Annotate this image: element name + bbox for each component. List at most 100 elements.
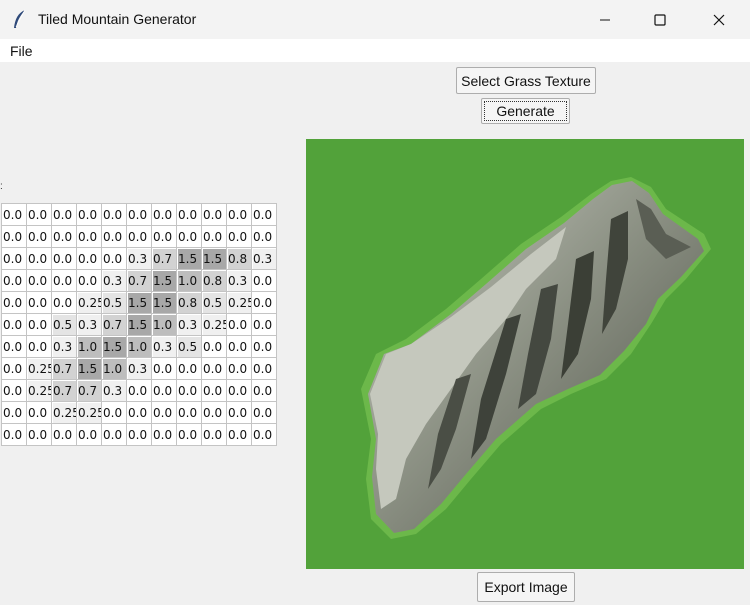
grid-cell[interactable]: 0.0 <box>76 269 102 292</box>
grid-cell[interactable]: 0.0 <box>101 225 127 248</box>
grid-cell[interactable]: 0.0 <box>26 247 52 270</box>
generate-button[interactable]: Generate <box>481 98 570 124</box>
grid-cell[interactable]: 0.0 <box>101 203 127 226</box>
grid-cell[interactable]: 0.0 <box>26 401 52 424</box>
grid-cell[interactable]: 0.0 <box>76 225 102 248</box>
grid-cell[interactable]: 0.0 <box>76 423 102 446</box>
grid-cell[interactable]: 0.0 <box>226 379 252 402</box>
grid-cell[interactable]: 0.0 <box>226 313 252 336</box>
grid-cell[interactable]: 0.25 <box>226 291 252 314</box>
grid-cell[interactable]: 0.0 <box>201 225 227 248</box>
grid-cell[interactable]: 0.0 <box>1 379 27 402</box>
grid-cell[interactable]: 0.0 <box>201 423 227 446</box>
grid-cell[interactable]: 0.0 <box>1 357 27 380</box>
grid-cell[interactable]: 0.0 <box>251 203 277 226</box>
grid-cell[interactable]: 0.0 <box>176 401 202 424</box>
grid-cell[interactable]: 0.3 <box>176 313 202 336</box>
grid-cell[interactable]: 0.3 <box>76 313 102 336</box>
grid-cell[interactable]: 0.7 <box>51 357 77 380</box>
grid-cell[interactable]: 0.0 <box>251 423 277 446</box>
grid-cell[interactable]: 1.5 <box>76 357 102 380</box>
grid-cell[interactable]: 1.0 <box>151 313 177 336</box>
grid-cell[interactable]: 0.0 <box>26 423 52 446</box>
grid-cell[interactable]: 0.3 <box>126 247 152 270</box>
grid-cell[interactable]: 0.0 <box>51 225 77 248</box>
grid-cell[interactable]: 0.0 <box>1 291 27 314</box>
grid-cell[interactable]: 0.0 <box>251 357 277 380</box>
grid-cell[interactable]: 0.25 <box>76 401 102 424</box>
grid-cell[interactable]: 1.5 <box>126 291 152 314</box>
grid-cell[interactable]: 0.0 <box>251 225 277 248</box>
maximize-button[interactable] <box>631 0 689 39</box>
grid-cell[interactable]: 0.25 <box>201 313 227 336</box>
grid-cell[interactable]: 0.5 <box>201 291 227 314</box>
grid-cell[interactable]: 0.0 <box>226 225 252 248</box>
close-button[interactable] <box>690 0 748 39</box>
grid-cell[interactable]: 1.5 <box>151 269 177 292</box>
grid-cell[interactable]: 1.5 <box>176 247 202 270</box>
grid-cell[interactable]: 0.0 <box>201 357 227 380</box>
grid-cell[interactable]: 0.0 <box>76 203 102 226</box>
export-image-button[interactable]: Export Image <box>477 572 575 602</box>
grid-cell[interactable]: 0.7 <box>51 379 77 402</box>
grid-cell[interactable]: 0.0 <box>151 225 177 248</box>
grid-cell[interactable]: 0.0 <box>101 247 127 270</box>
grid-cell[interactable]: 0.8 <box>201 269 227 292</box>
grid-cell[interactable]: 0.0 <box>26 203 52 226</box>
grid-cell[interactable]: 0.0 <box>51 203 77 226</box>
grid-cell[interactable]: 0.0 <box>1 423 27 446</box>
grid-cell[interactable]: 0.8 <box>176 291 202 314</box>
grid-cell[interactable]: 0.0 <box>226 335 252 358</box>
grid-cell[interactable]: 0.0 <box>26 313 52 336</box>
grid-cell[interactable]: 0.0 <box>26 335 52 358</box>
grid-cell[interactable]: 0.0 <box>1 335 27 358</box>
grid-cell[interactable]: 0.3 <box>151 335 177 358</box>
grid-cell[interactable]: 1.5 <box>126 313 152 336</box>
grid-cell[interactable]: 0.25 <box>76 291 102 314</box>
grid-cell[interactable]: 1.0 <box>126 335 152 358</box>
grid-cell[interactable]: 0.3 <box>226 269 252 292</box>
grid-cell[interactable]: 0.0 <box>151 357 177 380</box>
grid-cell[interactable]: 0.5 <box>101 291 127 314</box>
grid-cell[interactable]: 0.0 <box>126 203 152 226</box>
grid-cell[interactable]: 0.3 <box>126 357 152 380</box>
grid-cell[interactable]: 0.3 <box>101 379 127 402</box>
grid-cell[interactable]: 0.0 <box>1 225 27 248</box>
grid-cell[interactable]: 0.3 <box>251 247 277 270</box>
grid-cell[interactable]: 0.0 <box>151 401 177 424</box>
grid-cell[interactable]: 0.0 <box>201 379 227 402</box>
grid-cell[interactable]: 0.25 <box>26 379 52 402</box>
grid-cell[interactable]: 0.7 <box>126 269 152 292</box>
grid-cell[interactable]: 0.3 <box>51 335 77 358</box>
grid-cell[interactable]: 0.0 <box>201 401 227 424</box>
grid-cell[interactable]: 1.0 <box>176 269 202 292</box>
grid-cell[interactable]: 0.0 <box>126 225 152 248</box>
grid-cell[interactable]: 0.0 <box>226 423 252 446</box>
grid-cell[interactable]: 0.0 <box>201 335 227 358</box>
menu-file[interactable]: File <box>10 43 33 59</box>
grid-cell[interactable]: 0.0 <box>151 203 177 226</box>
grid-cell[interactable]: 0.0 <box>176 225 202 248</box>
grid-cell[interactable]: 0.0 <box>176 203 202 226</box>
grid-cell[interactable]: 1.5 <box>101 335 127 358</box>
grid-cell[interactable]: 0.0 <box>1 203 27 226</box>
grid-cell[interactable]: 1.0 <box>101 357 127 380</box>
grid-cell[interactable]: 0.0 <box>1 401 27 424</box>
grid-cell[interactable]: 0.0 <box>226 401 252 424</box>
grid-cell[interactable]: 0.0 <box>251 313 277 336</box>
grid-cell[interactable]: 0.0 <box>176 423 202 446</box>
grid-cell[interactable]: 0.0 <box>51 269 77 292</box>
grid-cell[interactable]: 0.0 <box>126 423 152 446</box>
grid-cell[interactable]: 0.0 <box>151 379 177 402</box>
grid-cell[interactable]: 0.0 <box>251 269 277 292</box>
grid-cell[interactable]: 0.3 <box>101 269 127 292</box>
grid-cell[interactable]: 0.0 <box>76 247 102 270</box>
grid-cell[interactable]: 0.0 <box>176 379 202 402</box>
grid-cell[interactable]: 0.0 <box>101 401 127 424</box>
grid-cell[interactable]: 0.0 <box>251 401 277 424</box>
grid-cell[interactable]: 0.0 <box>1 313 27 336</box>
minimize-button[interactable] <box>576 0 634 39</box>
grid-cell[interactable]: 0.5 <box>176 335 202 358</box>
grid-cell[interactable]: 0.0 <box>51 291 77 314</box>
grid-cell[interactable]: 0.5 <box>51 313 77 336</box>
